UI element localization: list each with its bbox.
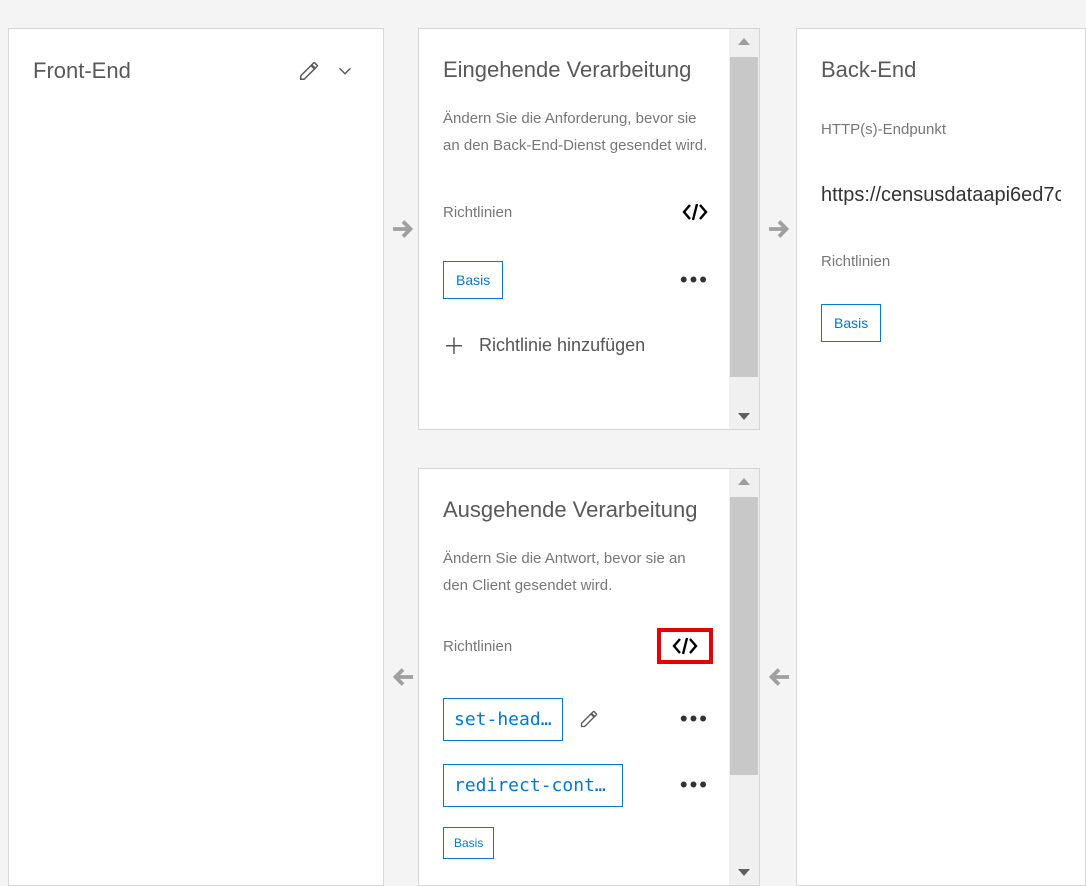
add-policy-button[interactable]: ＋ Richtlinie hinzufügen — [443, 329, 751, 361]
basis-badge[interactable]: Basis — [821, 304, 881, 342]
arrow-left-icon — [386, 660, 420, 694]
scroll-thumb[interactable] — [730, 57, 758, 377]
inbound-description: Ändern Sie die Anforderung, bevor sie an… — [443, 105, 751, 159]
scroll-up-icon[interactable] — [729, 469, 759, 495]
outbound-title: Ausgehende Verarbeitung — [443, 497, 751, 523]
backend-panel: Back-End HTTP(s)-Endpunkt https://census… — [796, 28, 1086, 886]
more-icon[interactable]: ••• — [680, 772, 709, 798]
scroll-thumb[interactable] — [730, 497, 758, 775]
policies-label: Richtlinien — [443, 204, 681, 221]
backend-title: Back-End — [821, 57, 1061, 83]
basis-badge[interactable]: Basis — [443, 261, 503, 299]
scroll-down-icon[interactable] — [729, 859, 759, 885]
inbound-title: Eingehende Verarbeitung — [443, 57, 751, 83]
policy-set-header[interactable]: set-head… — [443, 698, 563, 741]
plus-icon: ＋ — [443, 329, 465, 361]
endpoint-url: https://censusdataapi6ed7cff3 — [821, 184, 1061, 207]
add-policy-label: Richtlinie hinzufügen — [479, 335, 645, 356]
arrow-right-icon — [762, 212, 796, 246]
code-editor-highlight[interactable] — [657, 628, 713, 664]
outbound-panel: Ausgehende Verarbeitung Ändern Sie die A… — [418, 468, 760, 886]
policies-label: Richtlinien — [443, 638, 657, 655]
scroll-down-icon[interactable] — [729, 403, 759, 429]
scrollbar[interactable] — [729, 469, 759, 885]
edit-icon[interactable] — [295, 57, 323, 85]
basis-badge[interactable]: Basis — [443, 827, 494, 859]
arrow-left-icon — [762, 660, 796, 694]
endpoint-label: HTTP(s)-Endpunkt — [821, 121, 1061, 138]
arrow-right-icon — [386, 212, 420, 246]
more-icon[interactable]: ••• — [680, 706, 709, 732]
scrollbar[interactable] — [729, 29, 759, 429]
policies-label: Richtlinien — [821, 253, 1061, 270]
frontend-panel: Front-End — [8, 28, 384, 886]
code-icon[interactable] — [681, 198, 709, 226]
chevron-down-icon[interactable] — [331, 57, 359, 85]
policy-redirect-content[interactable]: redirect-conte… — [443, 764, 623, 807]
edit-icon[interactable] — [575, 705, 603, 733]
outbound-description: Ändern Sie die Antwort, bevor sie an den… — [443, 545, 751, 599]
inbound-panel: Eingehende Verarbeitung Ändern Sie die A… — [418, 28, 760, 430]
more-icon[interactable]: ••• — [680, 267, 709, 293]
scroll-up-icon[interactable] — [729, 29, 759, 55]
frontend-title: Front-End — [33, 58, 287, 84]
